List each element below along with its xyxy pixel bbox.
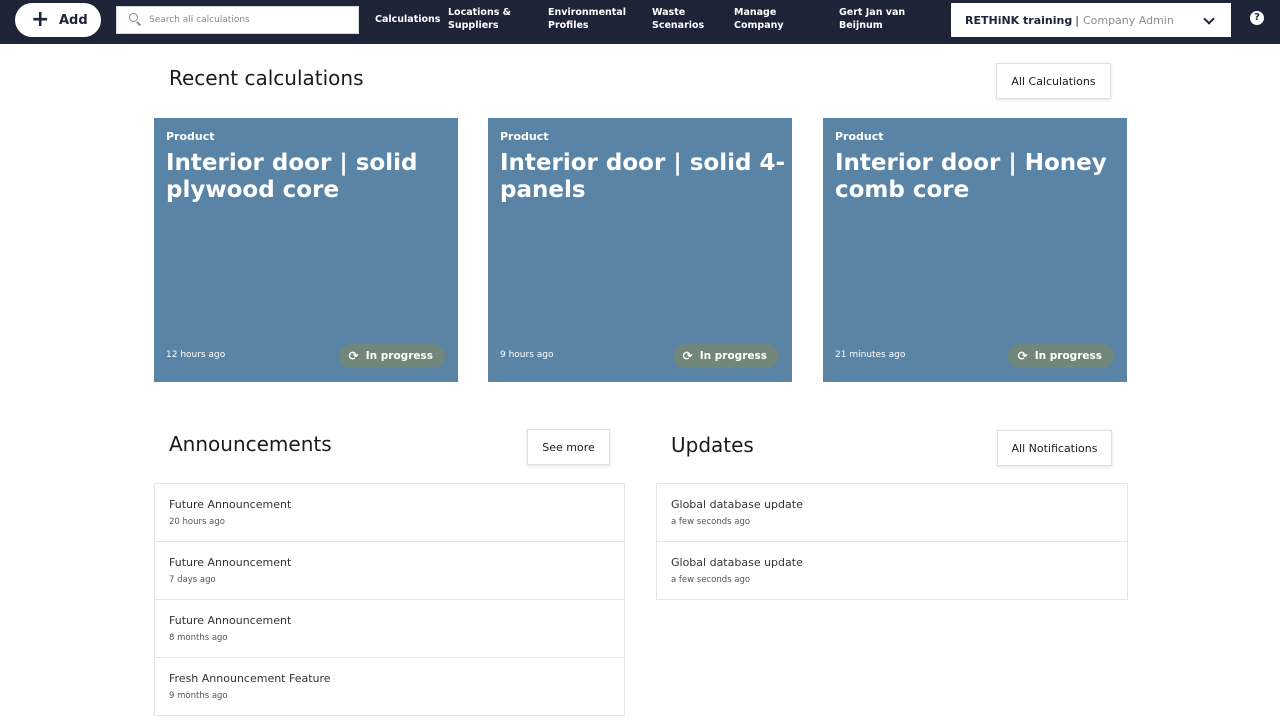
all-calculations-button[interactable]: All Calculations (996, 63, 1111, 99)
company-name: RETHiNK training (965, 13, 1073, 27)
chevron-down-icon (1203, 13, 1215, 25)
add-button[interactable]: + Add (15, 3, 101, 37)
nav-waste-scenarios[interactable]: Waste Scenarios (652, 6, 704, 32)
card-timestamp: 21 minutes ago (835, 350, 906, 360)
see-more-button[interactable]: See more (527, 429, 610, 465)
nav-locations-suppliers[interactable]: Locations & Suppliers (448, 6, 511, 32)
nav-manage-label-line2: Company (734, 20, 784, 31)
updates-list: Global database update a few seconds ago… (656, 483, 1128, 600)
recent-calculations-title: Recent calculations (169, 66, 364, 90)
card-timestamp: 9 hours ago (500, 350, 554, 360)
card-title: Interior door | solid 4-panels (500, 150, 786, 203)
announcement-time: 7 days ago (169, 575, 216, 585)
list-item[interactable]: Future Announcement 7 days ago (155, 542, 624, 600)
update-time: a few seconds ago (671, 517, 751, 527)
announcement-title: Future Announcement (169, 556, 292, 569)
update-title: Global database update (671, 498, 803, 511)
updates-title: Updates (671, 433, 754, 457)
list-item[interactable]: Global database update a few seconds ago (657, 484, 1127, 542)
calculation-card[interactable]: Product Interior door | solid plywood co… (154, 118, 458, 382)
announcements-title: Announcements (169, 432, 332, 456)
card-title: Interior door | Honey comb core (835, 150, 1107, 203)
announcement-time: 8 months ago (169, 633, 228, 643)
sync-icon: ⟳ (348, 349, 359, 363)
announcement-time: 9 months ago (169, 691, 228, 701)
nav-manage-label-line1: Manage (734, 7, 777, 18)
calculation-card[interactable]: Product Interior door | solid 4-panels 9… (488, 118, 792, 382)
status-badge: ⟳ In progress (672, 344, 779, 368)
nav-locations-label-line2: Suppliers (448, 20, 499, 31)
nav-environmental-label-line2: Profiles (548, 20, 589, 31)
nav-environmental-profiles[interactable]: Environmental Profiles (548, 6, 626, 32)
all-notifications-button[interactable]: All Notifications (997, 430, 1112, 466)
nav-environmental-label-line1: Environmental (548, 7, 626, 18)
nav-calculations-label: Calculations (375, 14, 441, 25)
company-separator: | (1075, 13, 1079, 27)
announcements-list: Future Announcement 20 hours ago Future … (154, 483, 625, 716)
sync-icon: ⟳ (682, 349, 693, 363)
nav-manage-company[interactable]: Manage Company (734, 6, 784, 32)
company-role: Company Admin (1082, 13, 1174, 27)
announcement-time: 20 hours ago (169, 517, 225, 527)
list-item[interactable]: Fresh Announcement Feature 9 months ago (155, 658, 624, 716)
nav-calculations[interactable]: Calculations (375, 13, 440, 26)
update-title: Global database update (671, 556, 803, 569)
search-icon (129, 13, 143, 27)
user-name-line1: Gert Jan van (839, 7, 906, 18)
nav-locations-label-line1: Locations & (448, 7, 511, 18)
list-item[interactable]: Future Announcement 8 months ago (155, 600, 624, 658)
help-icon[interactable]: ? (1250, 11, 1264, 25)
card-title: Interior door | solid plywood core (166, 150, 418, 203)
status-label: In progress (1034, 350, 1102, 362)
card-type: Product (835, 130, 884, 143)
nav-waste-label-line1: Waste (652, 7, 686, 18)
company-selector[interactable]: RETHiNK training | Company Admin (951, 3, 1231, 37)
search-bar (116, 6, 359, 34)
announcement-title: Fresh Announcement Feature (169, 672, 331, 685)
add-button-label: Add (59, 12, 88, 28)
top-navigation-bar: + Add Calculations Locations & Suppliers… (0, 0, 1280, 44)
status-badge: ⟳ In progress (338, 344, 445, 368)
calculation-card[interactable]: Product Interior door | Honey comb core … (823, 118, 1127, 382)
nav-user-profile[interactable]: Gert Jan van Beijnum (839, 6, 905, 32)
status-label: In progress (699, 350, 767, 362)
nav-waste-label-line2: Scenarios (652, 20, 705, 31)
card-type: Product (166, 130, 215, 143)
search-input[interactable] (149, 15, 349, 25)
card-timestamp: 12 hours ago (166, 350, 226, 360)
update-time: a few seconds ago (671, 575, 751, 585)
status-badge: ⟳ In progress (1007, 344, 1114, 368)
card-type: Product (500, 130, 549, 143)
list-item[interactable]: Future Announcement 20 hours ago (155, 484, 624, 542)
list-item[interactable]: Global database update a few seconds ago (657, 542, 1127, 600)
plus-icon: + (31, 7, 50, 32)
sync-icon: ⟳ (1017, 349, 1028, 363)
user-name-line2: Beijnum (839, 20, 883, 31)
announcement-title: Future Announcement (169, 614, 292, 627)
status-label: In progress (365, 350, 433, 362)
announcement-title: Future Announcement (169, 498, 292, 511)
